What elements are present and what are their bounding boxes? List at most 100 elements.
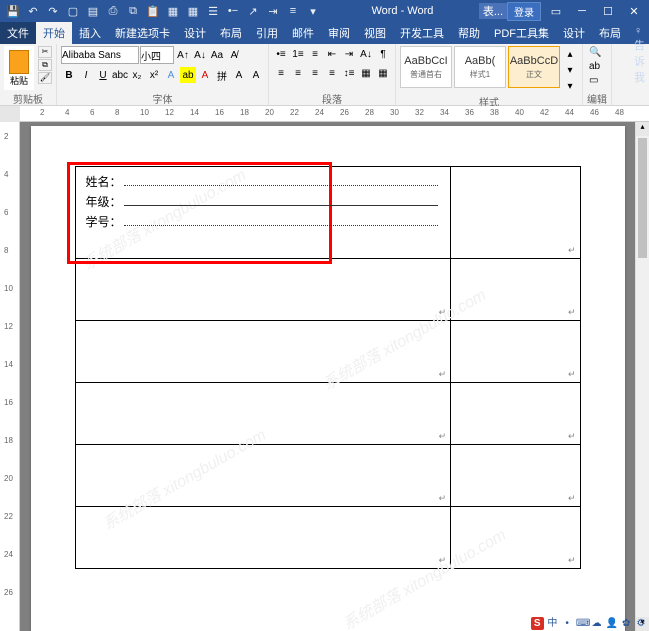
grid-icon[interactable]: ▦ xyxy=(186,4,200,18)
underline-button[interactable]: U xyxy=(95,67,111,83)
text-effects-button[interactable]: A xyxy=(163,67,179,83)
numbering-button[interactable]: 1≡ xyxy=(290,46,306,62)
sogou-icon[interactable]: S xyxy=(531,617,544,630)
tab-view[interactable]: 视图 xyxy=(357,22,393,44)
indent-dec-button[interactable]: ⇤ xyxy=(324,46,340,62)
font-size-select[interactable] xyxy=(140,46,174,64)
bullet-icon[interactable]: •− xyxy=(226,4,240,18)
ime-skin-icon[interactable]: ✿ xyxy=(620,618,632,629)
style-item-1[interactable]: AaBb( 样式1 xyxy=(454,46,506,88)
font-color-button[interactable]: A xyxy=(197,67,213,83)
indent-inc-button[interactable]: ⇥ xyxy=(341,46,357,62)
tell-me[interactable]: ♀ 告诉我 xyxy=(628,22,649,44)
table-cell[interactable]: ↵ xyxy=(75,321,451,383)
print-icon[interactable]: ⎙ xyxy=(106,4,120,18)
table-cell[interactable]: 姓名： 年级： 学号： xyxy=(75,167,451,259)
scroll-up-button[interactable]: ▴ xyxy=(636,122,649,136)
table-cell[interactable]: ↵ xyxy=(75,507,451,569)
ime-punct-icon[interactable]: • xyxy=(561,618,573,629)
redo-icon[interactable]: ↷ xyxy=(46,4,60,18)
tab-file[interactable]: 文件 xyxy=(0,22,36,44)
sort-button[interactable]: A↓ xyxy=(358,46,374,62)
font-name-select[interactable] xyxy=(61,46,139,64)
table-cell[interactable]: ↵ xyxy=(451,259,580,321)
table-cell[interactable]: ↵ xyxy=(451,445,580,507)
table-cell[interactable]: ↵ xyxy=(451,507,580,569)
bullets-button[interactable]: •≡ xyxy=(273,46,289,62)
tab-references[interactable]: 引用 xyxy=(249,22,285,44)
table-cell[interactable]: ↵ xyxy=(75,259,451,321)
tab-insert[interactable]: 插入 xyxy=(72,22,108,44)
arrow-icon[interactable]: ↗ xyxy=(246,4,260,18)
list-icon[interactable]: ≡ xyxy=(286,4,300,18)
bold-button[interactable]: B xyxy=(61,67,77,83)
tab-table-design[interactable]: 设计 xyxy=(556,22,592,44)
minimize-icon[interactable]: ─ xyxy=(571,5,593,18)
new-icon[interactable]: ▢ xyxy=(66,4,80,18)
phonetic-button[interactable]: 拼 xyxy=(214,67,230,83)
login-button[interactable]: 登录 xyxy=(507,2,541,21)
table-cell[interactable]: ↵ xyxy=(451,383,580,445)
grow-font-button[interactable]: A↑ xyxy=(175,47,191,63)
align-left-button[interactable]: ≡ xyxy=(273,65,289,81)
ime-settings-icon[interactable]: ⚙ xyxy=(635,618,647,629)
replace-button[interactable]: ab xyxy=(587,60,602,73)
tab-review[interactable]: 审阅 xyxy=(321,22,357,44)
line-spacing-button[interactable]: ↕≡ xyxy=(341,65,357,81)
tab-mailings[interactable]: 邮件 xyxy=(285,22,321,44)
change-case-button[interactable]: Aa xyxy=(209,47,225,63)
styles-scroll-up[interactable]: ▴ xyxy=(562,46,578,62)
tab-help[interactable]: 帮助 xyxy=(451,22,487,44)
italic-button[interactable]: I xyxy=(78,67,94,83)
style-item-0[interactable]: AaBbCcI 普通首右 xyxy=(400,46,452,88)
tab-pdftools[interactable]: PDF工具集 xyxy=(487,22,556,44)
table-cell[interactable]: ↵ xyxy=(451,167,580,259)
save-icon[interactable]: 💾 xyxy=(6,4,20,18)
borders-button[interactable]: ▦ xyxy=(375,65,391,81)
highlight-button[interactable]: ab xyxy=(180,67,196,83)
ruler-vertical[interactable]: 2468101214161820222426 xyxy=(0,122,20,631)
align-center-button[interactable]: ≡ xyxy=(290,65,306,81)
multilevel-button[interactable]: ≡ xyxy=(307,46,323,62)
superscript-button[interactable]: x² xyxy=(146,67,162,83)
close-icon[interactable]: ✕ xyxy=(623,5,645,18)
ruler-horizontal[interactable]: 2468101214161820222426283032343638404244… xyxy=(20,106,649,122)
table-cell[interactable]: ↵ xyxy=(451,321,580,383)
document-table[interactable]: 姓名： 年级： 学号： ↵ ↵↵ ↵↵ ↵↵ ↵↵ ↵↵ xyxy=(75,166,581,569)
tab-developer[interactable]: 开发工具 xyxy=(393,22,451,44)
styles-expand[interactable]: ▾ xyxy=(562,78,578,94)
find-button[interactable]: 🔍 xyxy=(587,46,603,59)
document-area[interactable]: 系统部落 xitongbuluo.com 系统部落 xitongbuluo.co… xyxy=(20,122,635,631)
undo-icon[interactable]: ↶ xyxy=(26,4,40,18)
ime-cloud-icon[interactable]: ☁ xyxy=(591,618,603,629)
maximize-icon[interactable]: ☐ xyxy=(597,5,619,18)
ime-mode-icon[interactable]: 中 xyxy=(546,614,558,629)
tab-newtab[interactable]: 新建选项卡 xyxy=(108,22,177,44)
paste-button[interactable]: 粘贴 xyxy=(4,46,34,90)
ime-keyboard-icon[interactable]: ⌨ xyxy=(576,618,588,629)
shading-button[interactable]: ▦ xyxy=(358,65,374,81)
ime-user-icon[interactable]: 👤 xyxy=(605,618,617,629)
strike-button[interactable]: abc xyxy=(112,67,128,83)
format-painter-button[interactable]: 🖌 xyxy=(38,72,52,84)
copy-button[interactable]: ⧉ xyxy=(38,59,52,71)
open-icon[interactable]: ▤ xyxy=(86,4,100,18)
shrink-font-button[interactable]: A↓ xyxy=(192,47,208,63)
style-item-2[interactable]: AaBbCcD 正文 xyxy=(508,46,560,88)
ribbon-options-icon[interactable]: ▭ xyxy=(545,5,567,18)
char-border-button[interactable]: A xyxy=(231,67,247,83)
tab-home[interactable]: 开始 xyxy=(36,22,72,44)
align-justify-button[interactable]: ≡ xyxy=(324,65,340,81)
more-icon[interactable]: ▾ xyxy=(306,4,320,18)
reading-icon[interactable]: ▦ xyxy=(166,4,180,18)
select-button[interactable]: ▭ xyxy=(587,74,600,87)
copy-icon[interactable]: ⧉ xyxy=(126,4,140,18)
tab-layout[interactable]: 布局 xyxy=(213,22,249,44)
clear-format-button[interactable]: A̸ xyxy=(226,47,242,63)
page[interactable]: 系统部落 xitongbuluo.com 系统部落 xitongbuluo.co… xyxy=(31,126,625,631)
table-cell[interactable]: ↵ xyxy=(75,383,451,445)
tab-table-layout[interactable]: 布局 xyxy=(592,22,628,44)
indent-icon[interactable]: ⇥ xyxy=(266,4,280,18)
cut-button[interactable]: ✂ xyxy=(38,46,52,58)
table-cell[interactable]: ↵ xyxy=(75,445,451,507)
